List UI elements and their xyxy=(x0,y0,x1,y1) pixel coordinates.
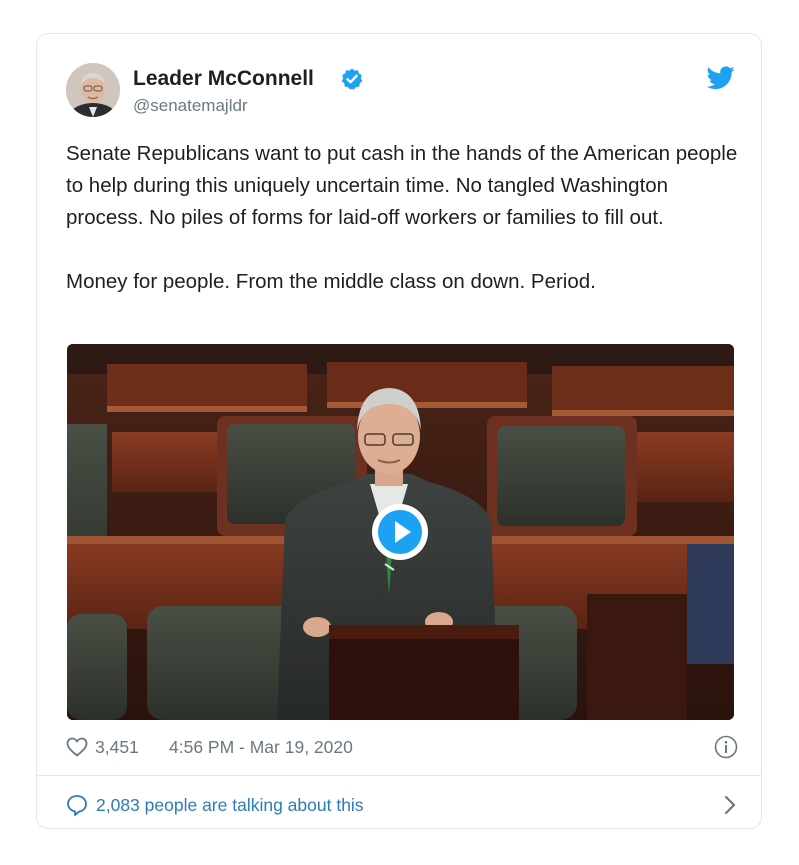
conversation-link[interactable]: 2,083 people are talking about this xyxy=(66,792,738,820)
tweet-embed-card[interactable]: Leader McConnell @senatemajldr Senate Re… xyxy=(36,33,762,829)
tweet-paragraph: Senate Republicans want to put cash in t… xyxy=(66,142,738,229)
tweet-meta: 3,451 4:56 PM - Mar 19, 2020 xyxy=(66,734,738,762)
tweet-timestamp[interactable]: 4:56 PM - Mar 19, 2020 xyxy=(169,737,353,758)
chevron-right-icon[interactable] xyxy=(724,795,736,815)
author-handle[interactable]: @senatemajldr xyxy=(133,96,248,116)
like-count[interactable]: 3,451 xyxy=(95,737,139,758)
conversation-count-label[interactable]: 2,083 people are talking about this xyxy=(96,795,364,816)
tweet-text: Senate Republicans want to put cash in t… xyxy=(66,138,738,298)
author-name[interactable]: Leader McConnell xyxy=(133,67,314,91)
divider xyxy=(37,775,761,776)
video-thumbnail[interactable] xyxy=(67,344,734,720)
speech-bubble-icon xyxy=(67,795,87,816)
play-button[interactable] xyxy=(370,502,430,562)
tweet-paragraph: Money for people. From the middle class … xyxy=(66,270,596,293)
twitter-bird-icon[interactable] xyxy=(707,66,735,90)
info-icon[interactable] xyxy=(714,735,738,759)
heart-icon[interactable] xyxy=(66,737,88,757)
avatar[interactable] xyxy=(66,63,120,117)
verified-badge-icon xyxy=(341,68,363,90)
